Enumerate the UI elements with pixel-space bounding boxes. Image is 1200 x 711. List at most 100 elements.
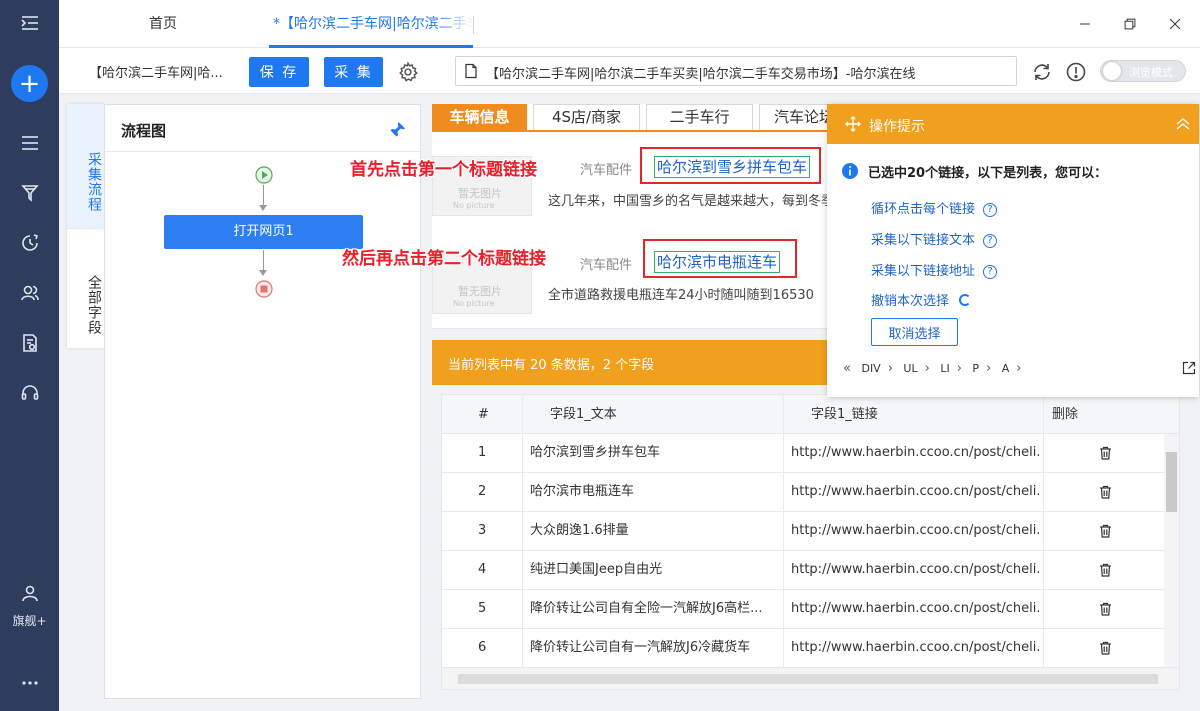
table-vertical-scrollbar[interactable] [1164, 434, 1179, 667]
no-picture-en: No picture [453, 201, 495, 210]
tips-message: 已选中20个链接，以下是列表，您可以： [868, 166, 1108, 181]
table-row[interactable]: 2 哈尔滨市电瓶连车 http://www.haerbin.ccoo.cn/po… [442, 473, 1164, 512]
help-icon[interactable]: ? [983, 234, 998, 248]
trash-icon[interactable] [1099, 602, 1112, 616]
row-index: 3 [478, 523, 487, 538]
flow-start-icon[interactable] [255, 166, 273, 184]
row-link[interactable]: http://www.haerbin.ccoo.cn/post/cheli... [791, 551, 1039, 589]
help-icon[interactable]: ? [983, 265, 998, 279]
option-undo-selection[interactable]: 撤销本次选择 [871, 290, 972, 309]
table-horizontal-scrollbar[interactable] [442, 667, 1179, 689]
web-preview: 车辆信息 4S店/商家 二手车行 汽车论坛 暂无图片 No picture 汽车… [432, 104, 828, 329]
row-link[interactable]: http://www.haerbin.ccoo.cn/post/cheli... [791, 434, 1039, 472]
pin-icon[interactable] [387, 120, 407, 140]
collapse-icon[interactable] [1175, 116, 1191, 132]
no-picture-en: No picture [453, 299, 495, 308]
help-icon[interactable]: ? [983, 203, 998, 217]
list-icon[interactable] [0, 128, 59, 158]
site-tab-used-car-dealers[interactable]: 二手车行 [646, 104, 753, 130]
table-header: # 字段1_文本 字段1_链接 删除 [442, 395, 1179, 434]
external-link-icon[interactable] [1182, 361, 1196, 375]
breadcrumb-back-icon[interactable]: « [843, 361, 851, 376]
option-loop-click[interactable]: 循环点击每个链接? [871, 198, 998, 217]
headset-icon[interactable] [0, 378, 59, 408]
trash-icon[interactable] [1099, 485, 1112, 499]
option-loop-click-label: 循环点击每个链接 [871, 202, 976, 217]
tab-bar: 首页 *【哈尔滨二手车网|哈尔滨二手车买卖|哈尔滨二手车交易市场】-哈尔滨在线 [59, 0, 1200, 48]
row-text[interactable]: 降价转让公司自有一汽解放J6冷藏货车 [530, 629, 778, 667]
flow-node-open-page[interactable]: 打开网页1 [164, 215, 363, 249]
data-summary-text: 当前列表中有 20 条数据，2 个字段 [448, 358, 655, 373]
breadcrumb-item[interactable]: UL [903, 362, 917, 375]
row-link[interactable]: http://www.haerbin.ccoo.cn/post/cheli... [791, 629, 1039, 667]
users-icon[interactable] [0, 278, 59, 308]
breadcrumb-item[interactable]: P [972, 362, 979, 375]
post-category[interactable]: 汽车配件 [580, 254, 632, 273]
save-button[interactable]: 保 存 [249, 57, 309, 87]
option-collect-link-url[interactable]: 采集以下链接地址? [871, 260, 998, 279]
column-header-text[interactable]: 字段1_文本 [550, 395, 617, 434]
table-row[interactable]: 6 降价转让公司自有一汽解放J6冷藏货车 http://www.haerbin.… [442, 629, 1164, 668]
tab-home[interactable]: 首页 [149, 0, 177, 48]
restore-icon[interactable] [1120, 14, 1140, 34]
tips-header[interactable]: 操作提示 [827, 104, 1199, 144]
more-icon[interactable] [0, 668, 59, 698]
collect-button[interactable]: 采 集 [324, 57, 383, 87]
row-link[interactable]: http://www.haerbin.ccoo.cn/post/cheli... [791, 512, 1039, 550]
browse-mode-label: 浏览模式 [1129, 66, 1173, 79]
table-row[interactable]: 3 大众朗逸1.6排量 http://www.haerbin.ccoo.cn/p… [442, 512, 1164, 551]
document-icon[interactable] [0, 328, 59, 358]
data-table: # 字段1_文本 字段1_链接 删除 1 哈尔滨到雪乡拼车包车 http://w… [441, 394, 1180, 690]
close-icon[interactable] [1165, 14, 1185, 34]
option-collect-link-text[interactable]: 采集以下链接文本? [871, 229, 998, 248]
move-icon[interactable] [845, 116, 861, 132]
trash-icon[interactable] [1099, 563, 1112, 577]
minimize-icon[interactable] [1075, 14, 1095, 34]
flow-end-icon[interactable] [255, 280, 273, 298]
breadcrumb-item[interactable]: A [1002, 362, 1010, 375]
toggle-knob [1103, 62, 1121, 80]
post-description: 这几年来，中国雪乡的名气是越来越大，每到冬季 [548, 194, 828, 209]
row-text[interactable]: 哈尔滨市电瓶连车 [530, 473, 778, 511]
row-text[interactable]: 纯进口美国Jeep自由光 [530, 551, 778, 589]
trash-icon[interactable] [1099, 641, 1112, 655]
no-picture-text: 暂无图片 [458, 187, 502, 200]
url-bar[interactable]: 【哈尔滨二手车网|哈尔滨二手车买卖|哈尔滨二手车交易市场】-哈尔滨在线 [455, 56, 1017, 86]
row-link[interactable]: http://www.haerbin.ccoo.cn/post/cheli... [791, 473, 1039, 511]
site-tab-4s-dealers[interactable]: 4S店/商家 [533, 104, 640, 130]
table-row[interactable]: 4 纯进口美国Jeep自由光 http://www.haerbin.ccoo.c… [442, 551, 1164, 590]
cancel-selection-button[interactable]: 取消选择 [871, 318, 958, 346]
annotation-callout-first: 首先点击第一个标题链接 [350, 160, 537, 180]
trash-icon[interactable] [1099, 446, 1112, 460]
breadcrumb-item[interactable]: DIV [861, 362, 880, 375]
funnel-icon[interactable] [0, 178, 59, 208]
tab-current-task[interactable]: *【哈尔滨二手车网|哈尔滨二手车买卖|哈尔滨二手车交易市场】-哈尔滨在线 [269, 0, 473, 48]
site-tab-vehicle-info[interactable]: 车辆信息 [432, 104, 527, 130]
row-text[interactable]: 哈尔滨到雪乡拼车包车 [530, 434, 778, 472]
alert-icon[interactable] [1065, 61, 1087, 83]
row-text[interactable]: 降价转让公司自有全险一汽解放J6高栏... [530, 590, 778, 628]
row-text[interactable]: 大众朗逸1.6排量 [530, 512, 778, 550]
user-icon[interactable] [0, 578, 59, 608]
clock-icon[interactable] [0, 228, 59, 258]
browse-mode-toggle[interactable]: 浏览模式 [1100, 60, 1186, 82]
refresh-icon[interactable] [1031, 61, 1053, 83]
option-undo-selection-label: 撤销本次选择 [871, 294, 950, 309]
task-name[interactable]: 【哈尔滨二手车网|哈... [89, 62, 223, 81]
gear-icon[interactable] [397, 61, 419, 83]
menu-collapse-icon[interactable] [0, 8, 59, 38]
trash-icon[interactable] [1099, 524, 1112, 538]
breadcrumb-item[interactable]: LI [940, 362, 949, 375]
add-task-button[interactable]: + [11, 65, 48, 102]
row-link[interactable]: http://www.haerbin.ccoo.cn/post/cheli... [791, 590, 1039, 628]
tab-collect-flow[interactable]: 采集流程 [67, 104, 104, 228]
site-tab-forum[interactable]: 汽车论坛 [759, 104, 828, 130]
post-category[interactable]: 汽车配件 [580, 159, 632, 178]
undo-icon [959, 294, 972, 306]
operation-tips-panel: 操作提示 已选中20个链接，以下是列表，您可以： 循环点击每个链接? 采集以下链… [827, 104, 1199, 397]
column-header-link[interactable]: 字段1_链接 [811, 395, 878, 434]
table-row[interactable]: 5 降价转让公司自有全险一汽解放J6高栏... http://www.haerb… [442, 590, 1164, 629]
tab-all-fields[interactable]: 全部字段 [67, 228, 104, 348]
row-index: 4 [478, 562, 487, 577]
table-row[interactable]: 1 哈尔滨到雪乡拼车包车 http://www.haerbin.ccoo.cn/… [442, 434, 1164, 473]
